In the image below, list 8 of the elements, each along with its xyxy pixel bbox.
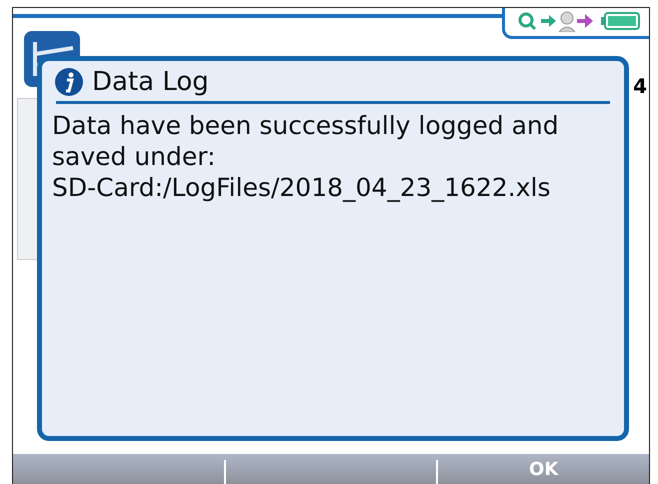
search-icon: [517, 11, 537, 31]
file-path: SD-Card:/LogFiles/2018_04_23_1622.xls: [52, 172, 552, 203]
info-icon: [54, 67, 84, 97]
battery-icon: [601, 11, 641, 31]
value-text: 4: [633, 74, 647, 98]
dialog-message: Data have been successfully logged and saved under:: [52, 110, 560, 172]
ok-softkey[interactable]: OK: [521, 458, 566, 480]
dialog-title: Data Log: [92, 67, 209, 97]
